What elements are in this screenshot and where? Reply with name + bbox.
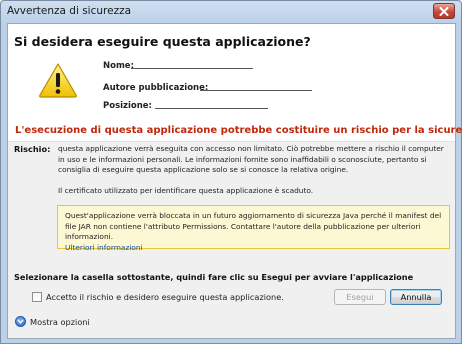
- accept-risk-checkbox[interactable]: [32, 292, 42, 302]
- instruction-text: Selezionare la casella sottostante, quin…: [14, 272, 414, 282]
- show-options-toggle[interactable]: Mostra opzioni: [15, 316, 90, 327]
- risk-headline: L'esecuzione di questa applicazione potr…: [15, 125, 462, 136]
- close-button[interactable]: [433, 3, 455, 19]
- close-icon: [439, 6, 449, 16]
- location-value-line: [155, 108, 268, 109]
- warning-triangle-icon: [39, 63, 77, 98]
- name-label: Nome:: [103, 61, 134, 71]
- accept-risk-label[interactable]: Accetto il rischio e desidero eseguire q…: [46, 292, 284, 302]
- name-value-line: [131, 68, 253, 69]
- risk-paragraph: questa applicazione verrà eseguita con a…: [58, 144, 444, 174]
- title-bar: Avvertenza di sicurezza: [1, 1, 461, 23]
- publisher-value-line: [200, 90, 312, 91]
- dialog-question: Si desidera eseguire questa applicazione…: [14, 34, 311, 49]
- run-button[interactable]: Esegui: [334, 289, 386, 305]
- more-info-link[interactable]: Ulteriori informazioni: [65, 243, 143, 252]
- dialog-body: Si desidera eseguire questa applicazione…: [7, 23, 462, 339]
- security-warning-window: Avvertenza di sicurezza Si desidera eseg…: [0, 0, 462, 344]
- risk-label: Rischio:: [14, 144, 51, 154]
- java-notice-box: Quest'applicazione verrà bloccata in un …: [57, 205, 450, 252]
- java-notice-text: Quest'applicazione verrà bloccata in un …: [65, 211, 442, 241]
- show-options-label: Mostra opzioni: [30, 316, 90, 327]
- cancel-button[interactable]: Annulla: [390, 289, 442, 305]
- chevron-down-icon: [15, 316, 26, 327]
- certificate-paragraph: Il certificato utilizzato per identifica…: [58, 186, 314, 195]
- publisher-label: Autore pubblicazione:: [103, 83, 209, 93]
- window-title: Avvertenza di sicurezza: [7, 5, 132, 17]
- location-label: Posizione:: [103, 101, 152, 111]
